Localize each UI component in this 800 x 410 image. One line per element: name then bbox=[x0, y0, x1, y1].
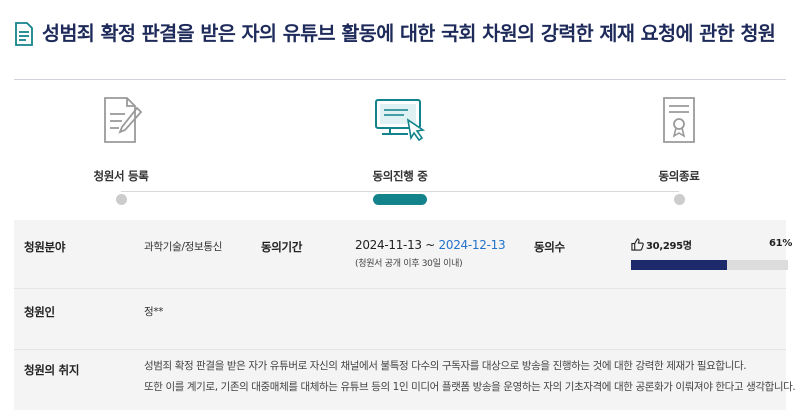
document-write-icon bbox=[104, 97, 143, 143]
field-value: 과학기술/정보통신 bbox=[144, 241, 223, 253]
field-label: 청원분야 bbox=[24, 240, 66, 254]
info-row-petitioner: 청원인 정** bbox=[14, 289, 786, 349]
purpose-text: 성범죄 확정 판결을 받은 자가 유튜버로 자신의 채널에서 불특정 다수의 구… bbox=[144, 356, 796, 398]
period-dates: 2024-11-13 ~ 2024-12-13 bbox=[355, 238, 506, 252]
petition-info-table: 청원분야 과학기술/정보통신 동의기간 2024-11-13 ~ 2024-12… bbox=[14, 220, 796, 410]
step-label: 청원서 등록 bbox=[93, 169, 149, 183]
step-closed: 동의종료 bbox=[609, 90, 749, 205]
agree-progress-bar bbox=[631, 260, 788, 270]
thumbs-up-icon bbox=[631, 238, 644, 251]
purpose-label: 청원의 취지 bbox=[24, 363, 80, 377]
agree-count-value: 30,295명 bbox=[646, 241, 692, 252]
title-divider bbox=[14, 79, 786, 80]
step-label: 동의종료 bbox=[658, 169, 700, 183]
info-row-purpose: 청원의 취지 성범죄 확정 판결을 받은 자가 유튜버로 자신의 채널에서 불특… bbox=[14, 350, 796, 410]
agree-progress-fill bbox=[631, 260, 727, 270]
step-registration: 청원서 등록 bbox=[51, 90, 191, 205]
period-note: (청원서 공개 이후 30일 이내) bbox=[355, 259, 463, 269]
step-in-progress: 동의진행 중 bbox=[330, 90, 470, 205]
purpose-line: 성범죄 확정 판결을 받은 자가 유튜버로 자신의 채널에서 불특정 다수의 구… bbox=[144, 360, 747, 372]
petitioner-label: 청원인 bbox=[24, 305, 55, 319]
period-label: 동의기간 bbox=[261, 240, 303, 254]
progress-steps: 청원서 등록 동의진행 중 동의종료 bbox=[14, 90, 786, 210]
petitioner-value: 정** bbox=[144, 306, 164, 318]
computer-click-icon bbox=[375, 99, 426, 142]
document-icon bbox=[15, 22, 33, 46]
agree-percent: 61% bbox=[769, 238, 793, 249]
step-label: 동의진행 중 bbox=[372, 169, 428, 183]
period-separator: ~ bbox=[421, 238, 439, 252]
agree-count: 30,295명 bbox=[631, 237, 692, 252]
page-title: 성범죄 확정 판결을 받은 자의 유튜브 활동에 대한 국회 차원의 강력한 제… bbox=[42, 22, 776, 45]
step-marker bbox=[673, 194, 685, 205]
step-marker bbox=[115, 194, 127, 205]
period-end: 2024-12-13 bbox=[438, 238, 506, 252]
purpose-line: 또한 이를 계기로, 기존의 대중매체를 대체하는 유튜브 등의 1인 미디어 … bbox=[144, 381, 796, 393]
info-row-summary: 청원분야 과학기술/정보통신 동의기간 2024-11-13 ~ 2024-12… bbox=[14, 220, 792, 288]
period-start: 2024-11-13 bbox=[355, 238, 422, 252]
step-marker-active bbox=[373, 194, 427, 205]
agree-label: 동의수 bbox=[534, 240, 565, 254]
certificate-icon bbox=[663, 97, 695, 143]
